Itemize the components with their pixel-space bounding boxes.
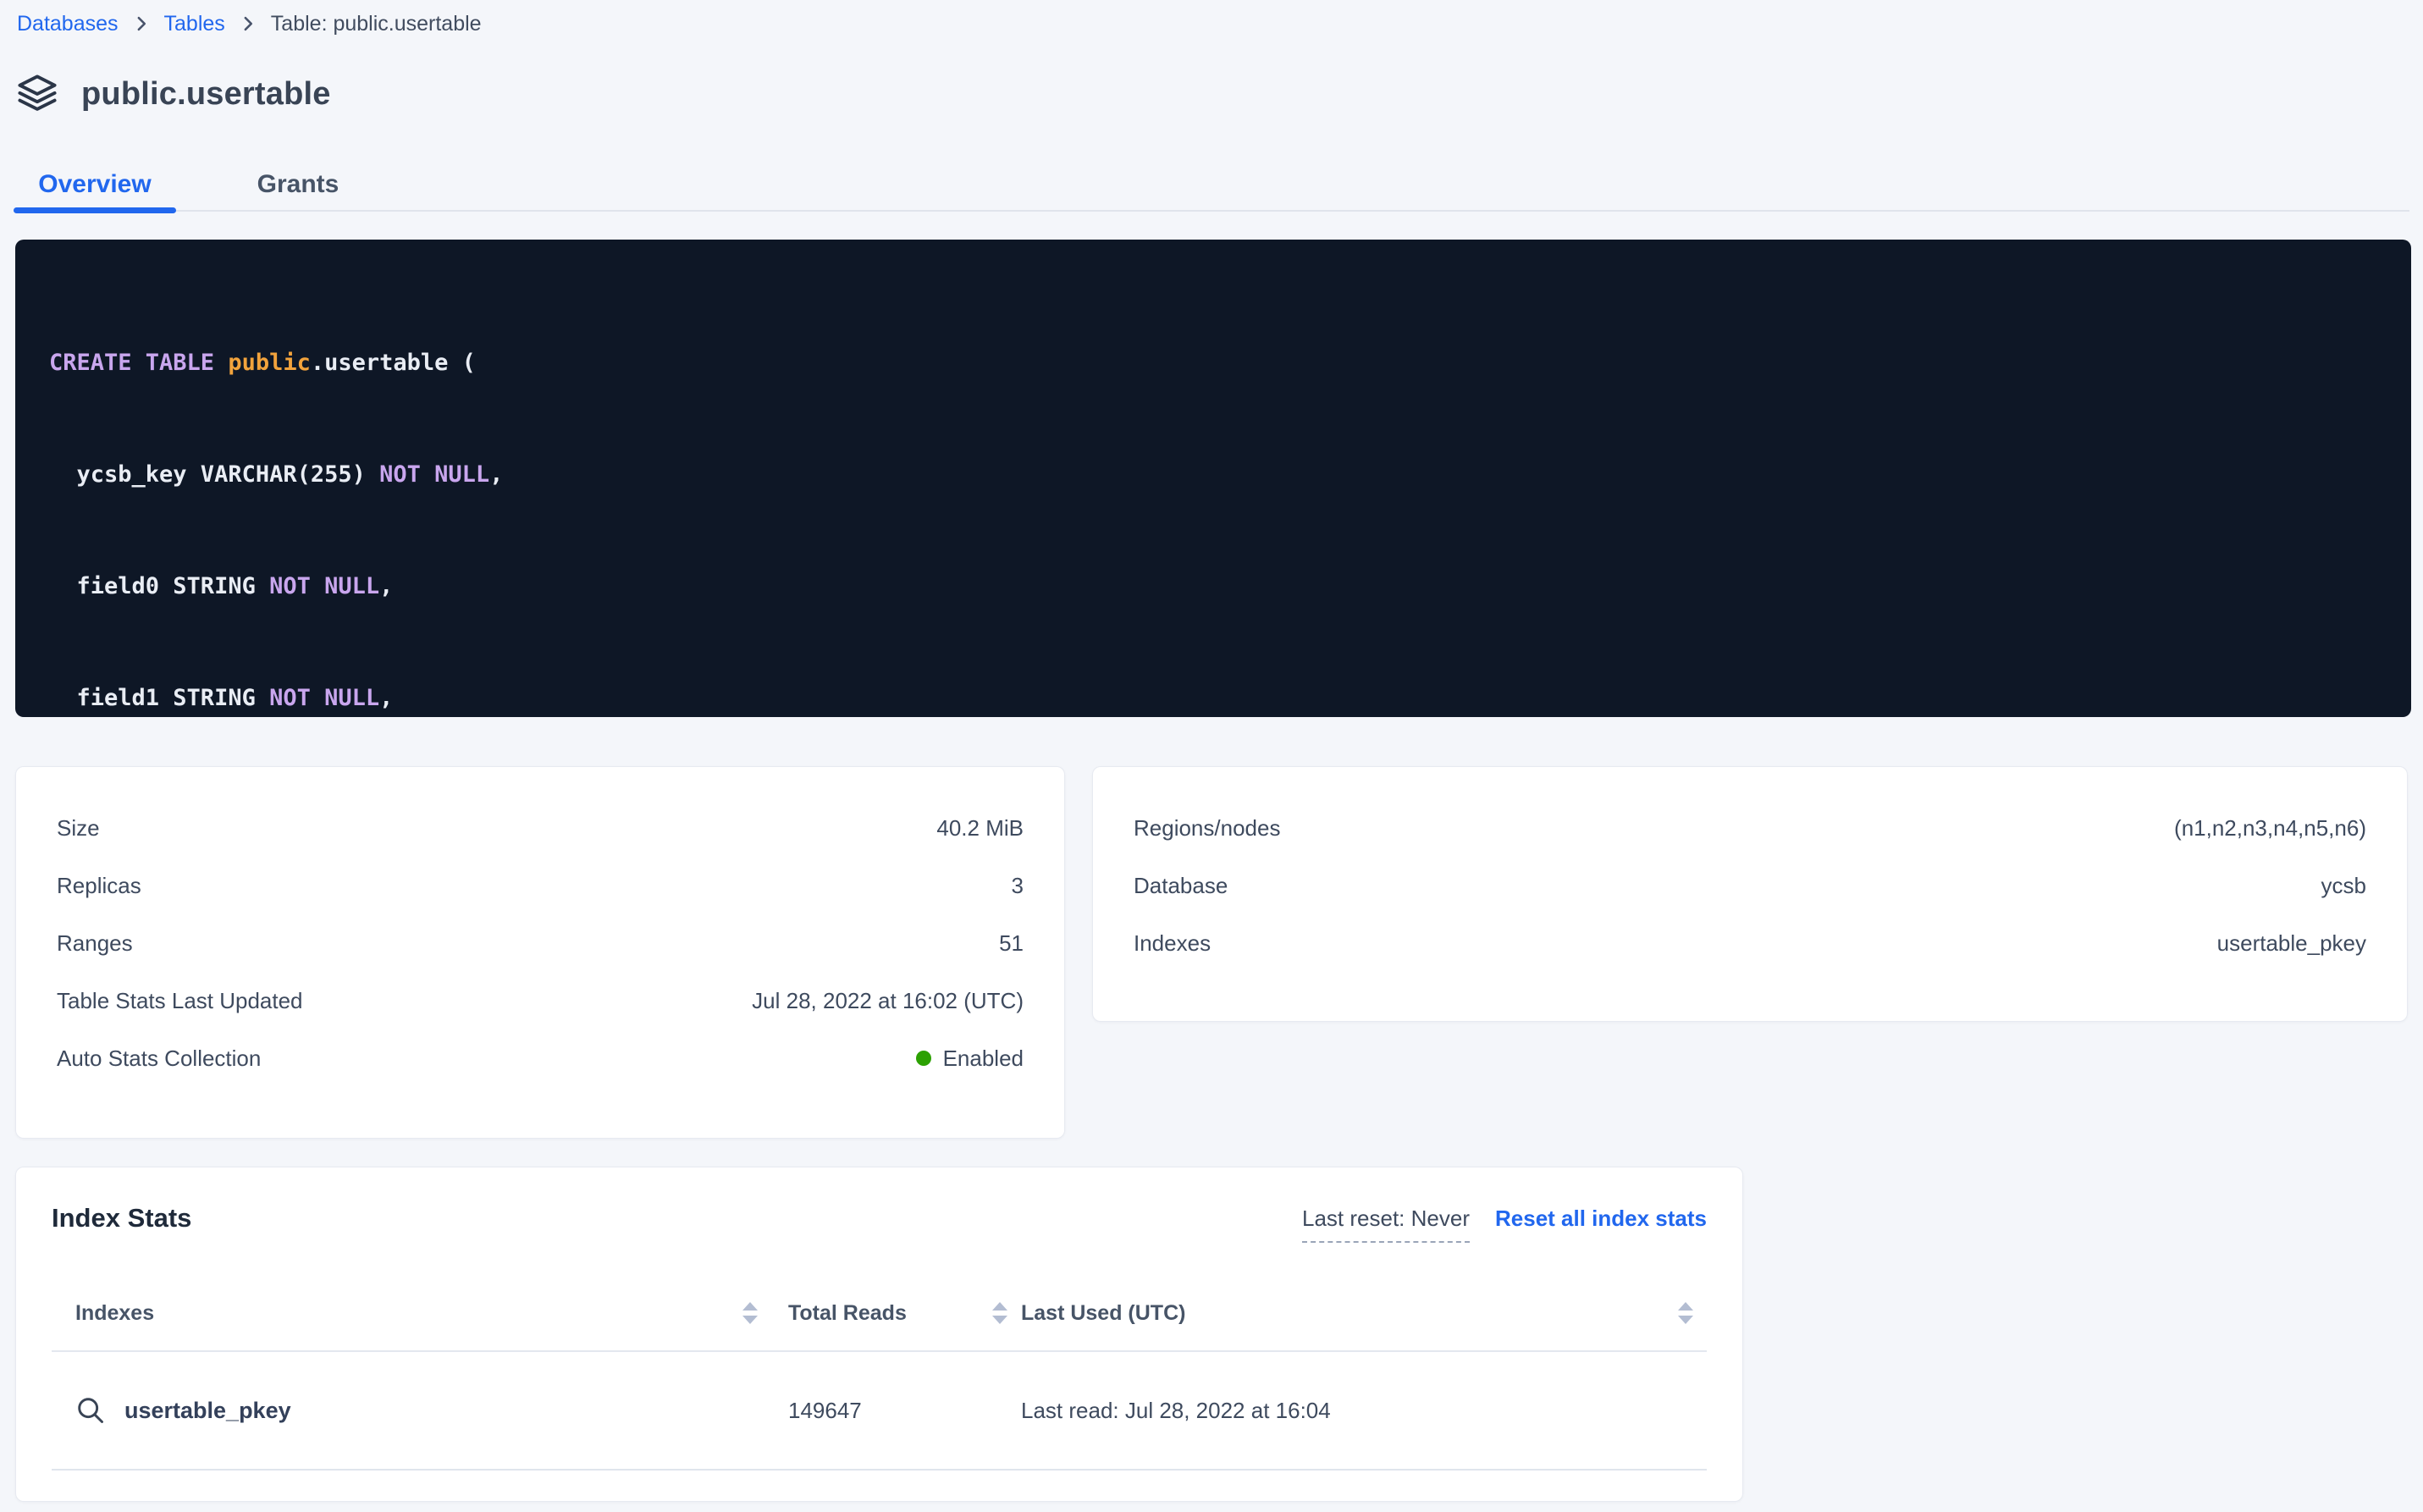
database-summary-card: Regions/nodes (n1,n2,n3,n4,n5,n6) Databa… <box>1092 766 2408 1022</box>
total-reads-value: 149647 <box>788 1398 1021 1424</box>
create-statement-block: CREATE TABLE public.usertable ( ycsb_key… <box>15 240 2411 717</box>
tab-bar: Overview Grants <box>14 159 2409 212</box>
detail-value: ycsb <box>2321 873 2366 899</box>
chevron-right-icon <box>240 15 257 32</box>
detail-value: 51 <box>999 930 1024 957</box>
status-value: Enabled <box>916 1046 1024 1072</box>
detail-label: Indexes <box>1134 930 1211 957</box>
detail-row-replicas: Replicas 3 <box>57 857 1024 914</box>
detail-row-auto-stats: Auto Stats Collection Enabled <box>57 1029 1024 1087</box>
status-text: Enabled <box>943 1046 1024 1072</box>
detail-value: Jul 28, 2022 at 16:02 (UTC) <box>752 988 1024 1014</box>
last-reset-label[interactable]: Last reset: Never <box>1302 1203 1470 1243</box>
detail-row-database: Database ycsb <box>1134 857 2366 914</box>
reset-index-stats-link[interactable]: Reset all index stats <box>1495 1203 1707 1233</box>
index-stats-controls: Last reset: Never Reset all index stats <box>1302 1203 1707 1243</box>
page-header: public.usertable <box>15 69 331 119</box>
sql-line: ycsb_key VARCHAR(255) NOT NULL, <box>49 456 2411 494</box>
search-icon <box>75 1395 106 1426</box>
page-title: public.usertable <box>81 76 331 113</box>
index-stats-title: Index Stats <box>52 1203 191 1233</box>
detail-value: usertable_pkey <box>2217 930 2366 957</box>
sql-line: field1 STRING NOT NULL, <box>49 680 2411 717</box>
breadcrumb-current: Table: public.usertable <box>271 12 482 36</box>
index-stats-header: Index Stats Last reset: Never Reset all … <box>52 1203 1707 1240</box>
detail-row-ranges: Ranges 51 <box>57 914 1024 972</box>
detail-label: Replicas <box>57 873 141 899</box>
chevron-right-icon <box>133 15 150 32</box>
column-label: Indexes <box>75 1301 154 1326</box>
breadcrumb-link-tables[interactable]: Tables <box>164 12 225 36</box>
layers-icon <box>15 72 59 116</box>
detail-label: Ranges <box>57 930 133 957</box>
tab-overview[interactable]: Overview <box>14 159 176 210</box>
breadcrumb-link-databases[interactable]: Databases <box>17 12 119 36</box>
detail-row-size: Size 40.2 MiB <box>57 799 1024 857</box>
tab-grants[interactable]: Grants <box>217 159 379 210</box>
table-summary-card: Size 40.2 MiB Replicas 3 Ranges 51 Table… <box>15 766 1065 1139</box>
column-header-total-reads[interactable]: Total Reads <box>788 1276 1021 1350</box>
detail-label: Table Stats Last Updated <box>57 988 303 1014</box>
detail-row-indexes: Indexes usertable_pkey <box>1134 914 2366 972</box>
sort-icon[interactable] <box>742 1302 758 1324</box>
detail-row-regions: Regions/nodes (n1,n2,n3,n4,n5,n6) <box>1134 799 2366 857</box>
status-dot-green <box>916 1051 931 1066</box>
index-table-header: Indexes Total Reads Last Used (UTC) <box>52 1276 1707 1352</box>
detail-label: Auto Stats Collection <box>57 1046 261 1072</box>
index-stats-card: Index Stats Last reset: Never Reset all … <box>15 1167 1743 1502</box>
detail-value: 40.2 MiB <box>936 815 1024 842</box>
sort-icon[interactable] <box>992 1302 1007 1324</box>
detail-value: (n1,n2,n3,n4,n5,n6) <box>2174 815 2366 842</box>
index-name: usertable_pkey <box>124 1398 291 1424</box>
column-header-last-used[interactable]: Last Used (UTC) <box>1021 1276 1707 1350</box>
sort-icon[interactable] <box>1678 1302 1693 1324</box>
column-label: Total Reads <box>788 1301 907 1326</box>
detail-row-stats-updated: Table Stats Last Updated Jul 28, 2022 at… <box>57 972 1024 1029</box>
column-label: Last Used (UTC) <box>1021 1301 1185 1326</box>
detail-label: Size <box>57 815 100 842</box>
last-used-value: Last read: Jul 28, 2022 at 16:04 <box>1021 1398 1707 1424</box>
detail-label: Regions/nodes <box>1134 815 1280 842</box>
column-header-indexes[interactable]: Indexes <box>52 1276 788 1350</box>
sql-line: CREATE TABLE public.usertable ( <box>49 345 2411 382</box>
index-name-cell[interactable]: usertable_pkey <box>52 1395 788 1426</box>
breadcrumb: Databases Tables Table: public.usertable <box>17 7 482 41</box>
detail-label: Database <box>1134 873 1228 899</box>
index-table-row: usertable_pkey 149647 Last read: Jul 28,… <box>52 1352 1707 1471</box>
detail-value: 3 <box>1012 873 1024 899</box>
sql-line: field0 STRING NOT NULL, <box>49 568 2411 605</box>
